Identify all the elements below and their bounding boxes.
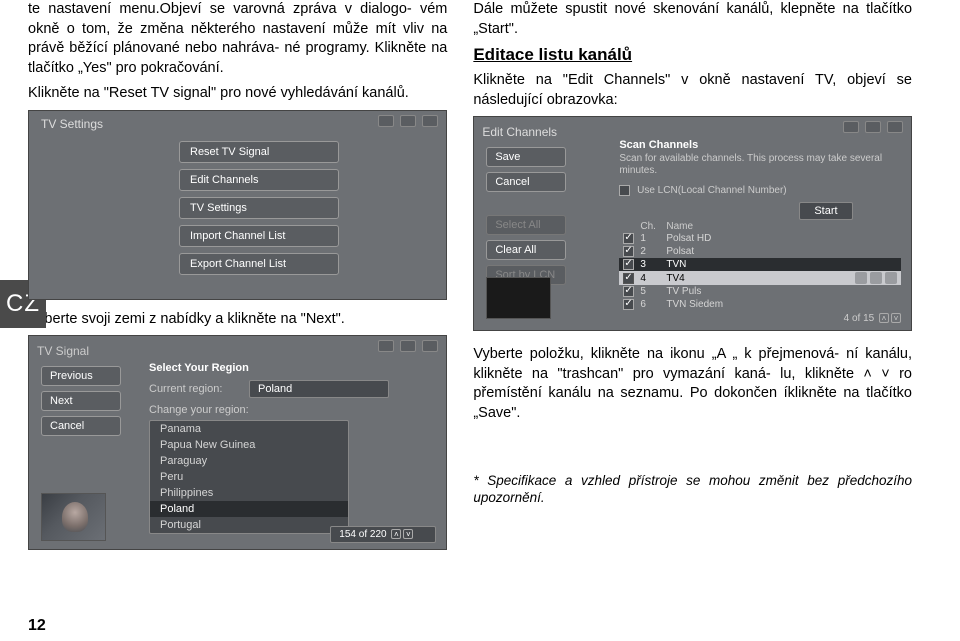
footnote: * Specifikace a vzhled přístroje se moho… bbox=[473, 472, 912, 507]
ch-num: 2 bbox=[640, 246, 666, 257]
move-icon[interactable] bbox=[885, 272, 897, 284]
edit-channels-button[interactable]: Edit Channels bbox=[179, 169, 339, 191]
para: Dále můžete spustit nové skenování kanál… bbox=[473, 0, 912, 39]
row-checkbox[interactable] bbox=[623, 273, 634, 284]
row-counter: 4 of 15 ˄˅ bbox=[844, 313, 901, 324]
tv-settings-button[interactable]: TV Settings bbox=[179, 197, 339, 219]
export-channel-list-button[interactable]: Export Channel List bbox=[179, 253, 339, 275]
select-all-button[interactable]: Select All bbox=[486, 215, 566, 235]
text: Vyberte položku, klikněte na ikonu „A „ … bbox=[473, 346, 839, 362]
previous-button[interactable]: Previous bbox=[41, 366, 121, 386]
ch-name: TV Puls bbox=[666, 286, 897, 297]
row-checkbox[interactable] bbox=[623, 246, 634, 257]
list-counter: 154 of 220 ˄˅ bbox=[330, 526, 436, 543]
text: Klikněte na "Edit Channels" v okně nasta… bbox=[473, 72, 885, 88]
avatar bbox=[41, 493, 106, 541]
cancel-button[interactable]: Cancel bbox=[41, 416, 121, 436]
list-item[interactable]: Philippines bbox=[150, 485, 348, 501]
trash-icon[interactable] bbox=[870, 272, 882, 284]
list-item[interactable]: Panama bbox=[150, 421, 348, 437]
preview-window bbox=[486, 277, 551, 319]
current-region-label: Current region: bbox=[149, 383, 249, 395]
list-item[interactable]: Papua New Guinea bbox=[150, 437, 348, 453]
para: Klikněte na "Edit Channels" v okně nasta… bbox=[473, 71, 912, 110]
ch-name: TVN bbox=[666, 259, 897, 270]
ch-name: Polsat bbox=[666, 246, 897, 257]
list-item[interactable]: Paraguay bbox=[150, 453, 348, 469]
reset-tv-signal-button[interactable]: Reset TV Signal bbox=[179, 141, 339, 163]
para: Klikněte na "Reset TV signal" pro nové v… bbox=[28, 84, 447, 104]
scan-channels-desc: Scan for available channels. This proces… bbox=[619, 153, 901, 177]
table-row[interactable]: 1Polsat HD bbox=[619, 232, 901, 245]
ch-num: 1 bbox=[640, 233, 666, 244]
list-item[interactable]: Poland bbox=[150, 501, 348, 517]
ch-name: TVN Siedem bbox=[666, 299, 897, 310]
start-button[interactable]: Start bbox=[799, 202, 852, 220]
page-number: 12 bbox=[28, 617, 46, 635]
scan-channels-title: Scan Channels bbox=[619, 139, 901, 151]
tv-settings-screenshot: TV Settings Reset TV Signal Edit Channel… bbox=[28, 110, 447, 300]
arrows-icon: ˄ ˅ bbox=[863, 366, 889, 382]
next-button[interactable]: Next bbox=[41, 391, 121, 411]
table-row[interactable]: 3TVN bbox=[619, 258, 901, 271]
list-item[interactable]: Portugal bbox=[150, 517, 348, 533]
section-heading: Editace listu kanálů bbox=[473, 45, 912, 65]
clear-all-button[interactable]: Clear All bbox=[486, 240, 566, 260]
text: lu, klikněte bbox=[780, 366, 863, 382]
text: te nastavení menu.Objeví se varovná zprá… bbox=[28, 1, 412, 17]
caption: Vyberte svoji zemi z nabídky a klikněte … bbox=[28, 310, 447, 330]
col-header-name: Name bbox=[666, 221, 897, 232]
current-region-value: Poland bbox=[249, 380, 389, 398]
change-region-label: Change your region: bbox=[149, 404, 449, 416]
ch-name: TV4 bbox=[666, 273, 852, 284]
import-channel-list-button[interactable]: Import Channel List bbox=[179, 225, 339, 247]
chevron-up-icon[interactable]: ˄ bbox=[879, 313, 889, 323]
tv-signal-screenshot: TV Signal Previous Next Cancel Select Yo… bbox=[28, 335, 447, 550]
ch-num: 4 bbox=[640, 273, 666, 284]
chevron-down-icon[interactable]: ˅ bbox=[403, 529, 413, 539]
row-checkbox[interactable] bbox=[623, 286, 634, 297]
lcn-label: Use LCN(Local Channel Number) bbox=[637, 185, 787, 196]
save-button[interactable]: Save bbox=[486, 147, 566, 167]
cancel-button[interactable]: Cancel bbox=[486, 172, 566, 192]
row-checkbox[interactable] bbox=[623, 259, 634, 270]
ch-name: Polsat HD bbox=[666, 233, 897, 244]
table-row[interactable]: 5TV Puls bbox=[619, 285, 901, 298]
ch-num: 6 bbox=[640, 299, 666, 310]
chevron-down-icon[interactable]: ˅ bbox=[891, 313, 901, 323]
right-column: Dále můžete spustit nové skenování kanál… bbox=[465, 0, 930, 560]
rename-icon[interactable] bbox=[855, 272, 867, 284]
col-header-ch: Ch. bbox=[640, 221, 666, 232]
counter-text: 4 of 15 bbox=[844, 313, 875, 324]
para: Vyberte položku, klikněte na ikonu „A „ … bbox=[473, 345, 912, 423]
list-item[interactable]: Peru bbox=[150, 469, 348, 485]
para: te nastavení menu.Objeví se varovná zprá… bbox=[28, 0, 447, 78]
region-list[interactable]: Panama Papua New Guinea Paraguay Peru Ph… bbox=[149, 420, 349, 534]
table-row[interactable]: 2Polsat bbox=[619, 245, 901, 258]
table-row[interactable]: 6TVN Siedem bbox=[619, 298, 901, 311]
left-column: te nastavení menu.Objeví se varovná zprá… bbox=[0, 0, 465, 560]
ch-num: 5 bbox=[640, 286, 666, 297]
row-checkbox[interactable] bbox=[623, 233, 634, 244]
row-checkbox[interactable] bbox=[623, 299, 634, 310]
lcn-checkbox[interactable] bbox=[619, 185, 630, 196]
counter-text: 154 of 220 bbox=[339, 529, 386, 540]
table-row[interactable]: 4TV4 bbox=[619, 271, 901, 285]
window-title: Edit Channels bbox=[482, 125, 903, 139]
ch-num: 3 bbox=[640, 259, 666, 270]
text: Dále můžete spustit nové skenování kanál… bbox=[473, 1, 835, 17]
channel-table: Ch. Name 1Polsat HD 2Polsat 3TVN 4TV4 5T… bbox=[619, 221, 901, 311]
region-label: Select Your Region bbox=[149, 362, 449, 374]
chevron-up-icon[interactable]: ˄ bbox=[391, 529, 401, 539]
edit-channels-screenshot: Edit Channels Save Cancel Select All Cle… bbox=[473, 116, 912, 331]
